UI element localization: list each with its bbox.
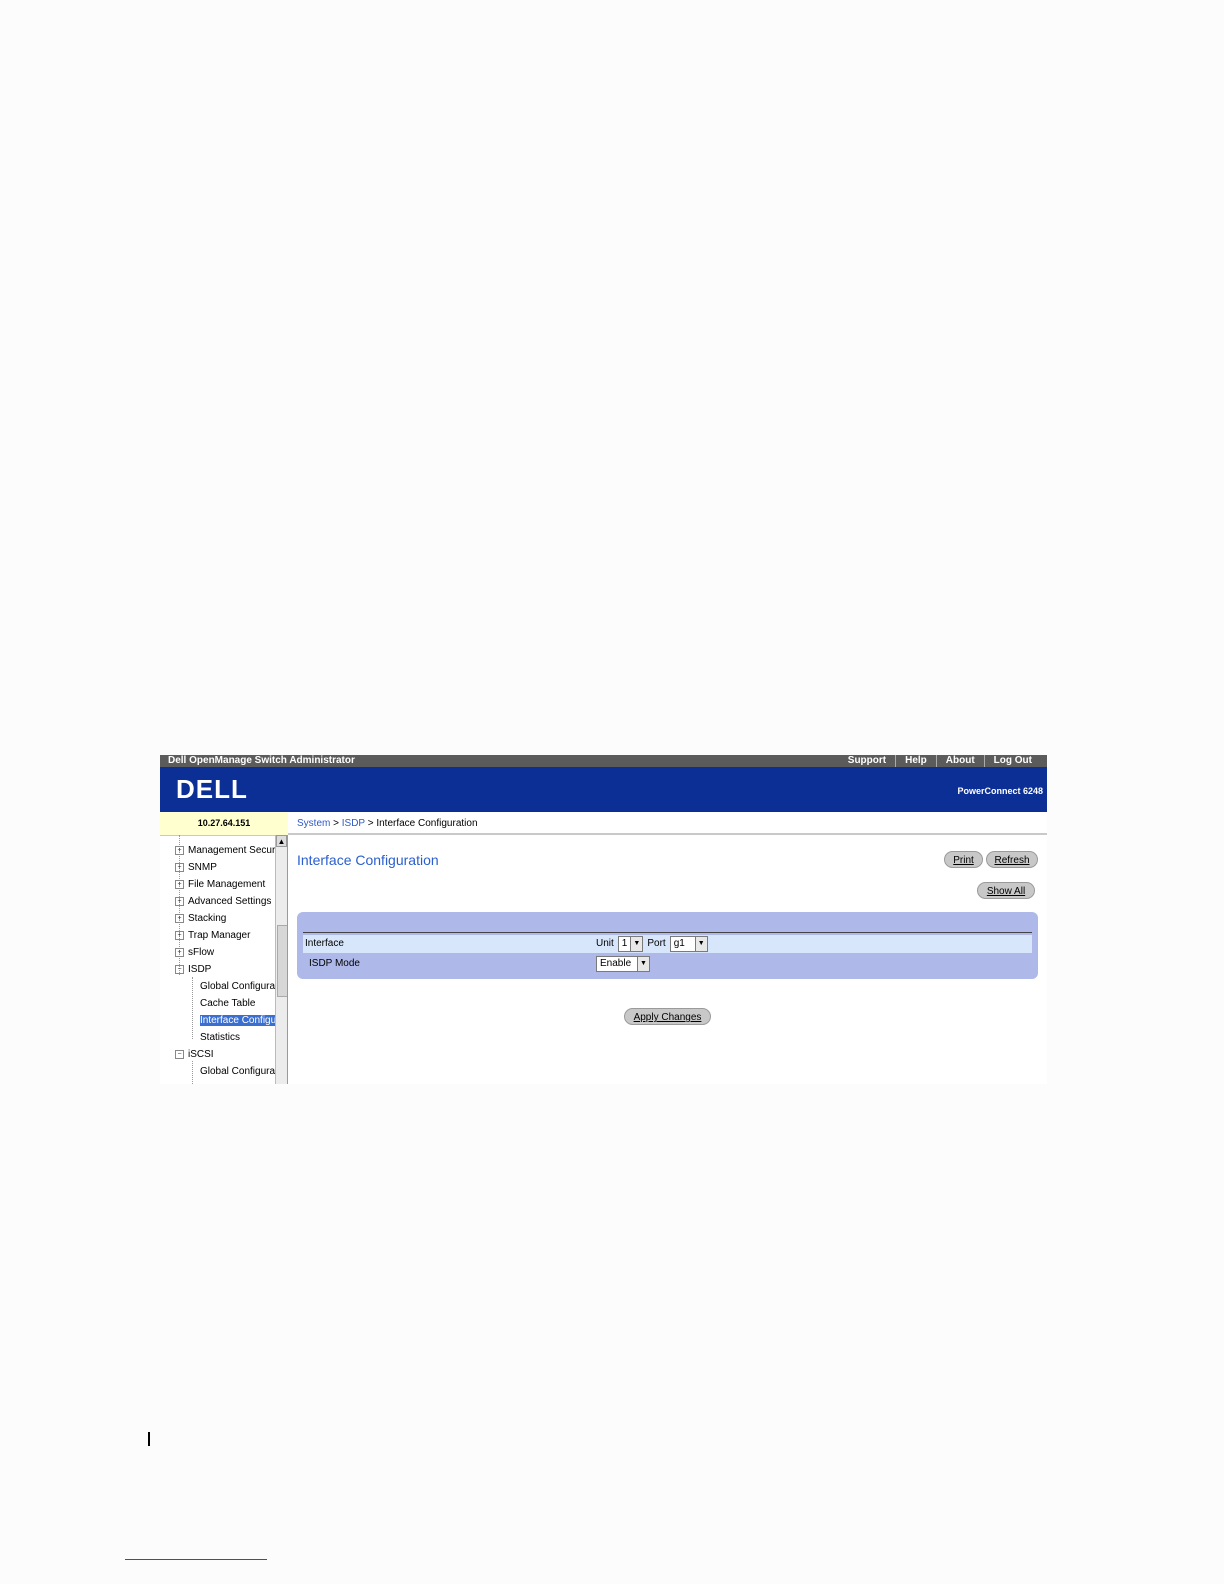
sidebar-item-isdp[interactable]: − ISDP (175, 964, 211, 975)
isdp-mode-select[interactable]: Enable ▼ (596, 956, 650, 972)
tree-connector (192, 1061, 193, 1084)
sidebar-item-iscsi[interactable]: − iSCSI (175, 1049, 214, 1060)
breadcrumb-separator: > (364, 818, 377, 829)
sidebar-item-sflow[interactable]: + sFlow (175, 947, 214, 958)
screenshot-window: Dell OpenManage Switch Administrator Sup… (160, 755, 1047, 1084)
about-link[interactable]: About (935, 755, 984, 767)
settings-panel: Interface Unit 1 ▼ Port g1 ▼ ISDP Mode Ena… (297, 912, 1038, 979)
isdp-mode-row: ISDP Mode Enable ▼ (303, 955, 1032, 973)
collapse-icon[interactable]: − (175, 965, 184, 974)
port-label: Port (647, 938, 666, 949)
top-links: Support Help About Log Out (839, 755, 1041, 767)
expand-icon[interactable]: + (175, 914, 184, 923)
tree-connector (192, 977, 193, 1039)
expand-icon[interactable]: + (175, 931, 184, 940)
logout-link[interactable]: Log Out (983, 755, 1041, 767)
scrollbar-thumb[interactable] (277, 925, 287, 997)
breadcrumb: System > ISDP > Interface Configuration (288, 812, 1047, 835)
sidebar-item-isdp-global-configuration[interactable]: Global Configurat (200, 981, 278, 992)
sidebar-scrollbar[interactable]: ▲ (275, 835, 287, 1084)
margin-bar (148, 1432, 150, 1446)
model-name: PowerConnect 6248 (957, 786, 1043, 796)
expand-icon[interactable]: + (175, 897, 184, 906)
chevron-down-icon[interactable]: ▼ (694, 937, 707, 951)
sidebar-item-cache-table[interactable]: Cache Table (200, 998, 255, 1009)
ip-address: 10.27.64.151 (160, 812, 288, 836)
breadcrumb-system[interactable]: System (297, 818, 330, 829)
expand-icon[interactable]: + (175, 846, 184, 855)
unit-label: Unit (596, 938, 614, 949)
page-title: Interface Configuration (297, 852, 439, 868)
help-link[interactable]: Help (895, 755, 936, 767)
sidebar-item-snmp[interactable]: + SNMP (175, 862, 217, 873)
expand-icon[interactable]: + (175, 880, 184, 889)
panel-divider (303, 932, 1032, 933)
expand-icon[interactable]: + (175, 863, 184, 872)
isdp-mode-label: ISDP Mode (309, 958, 360, 969)
expand-icon[interactable]: + (175, 948, 184, 957)
refresh-button[interactable]: Refresh (986, 851, 1038, 868)
sidebar-item-advanced-settings[interactable]: + Advanced Settings (175, 896, 271, 907)
sidebar-item-file-management[interactable]: + File Management (175, 879, 265, 890)
unit-select[interactable]: 1 ▼ (617, 936, 644, 952)
print-button[interactable]: Print (944, 851, 983, 868)
scroll-up-icon[interactable]: ▲ (276, 835, 287, 847)
dell-logo: DELL (176, 774, 248, 804)
sidebar-item-iscsi-global-configuration[interactable]: Global Configurat (200, 1066, 278, 1077)
sidebar-item-stacking[interactable]: + Stacking (175, 913, 226, 924)
port-select[interactable]: g1 ▼ (669, 936, 708, 952)
collapse-icon[interactable]: − (175, 1050, 184, 1059)
sidebar-item-trap-manager[interactable]: + Trap Manager (175, 930, 250, 941)
sidebar-item-management-security[interactable]: + Management Secur (175, 845, 275, 856)
support-link[interactable]: Support (839, 755, 895, 767)
breadcrumb-separator: > (330, 818, 342, 829)
banner: DELL PowerConnect 6248 (160, 767, 1047, 812)
top-bar: Dell OpenManage Switch Administrator Sup… (160, 755, 1047, 767)
chevron-down-icon[interactable]: ▼ (637, 957, 649, 971)
chevron-down-icon[interactable]: ▼ (630, 937, 643, 951)
sidebar-item-interface-configuration[interactable]: Interface Configu (200, 1015, 277, 1026)
breadcrumb-isdp[interactable]: ISDP (342, 818, 365, 829)
show-all-button[interactable]: Show All (977, 882, 1035, 899)
apply-changes-button[interactable]: Apply Changes (624, 1008, 711, 1025)
footnote-separator (125, 1559, 267, 1560)
app-title: Dell OpenManage Switch Administrator (168, 755, 355, 766)
interface-label: Interface (305, 938, 344, 949)
interface-row: Interface Unit 1 ▼ Port g1 ▼ (303, 935, 1032, 953)
sidebar-item-statistics[interactable]: Statistics (200, 1032, 240, 1043)
main-content: Interface Configuration Print Refresh Sh… (288, 835, 1047, 1084)
sidebar-tree: + Management Secur + SNMP + File Management… (160, 835, 288, 1084)
breadcrumb-current: Interface Configuration (376, 818, 478, 829)
